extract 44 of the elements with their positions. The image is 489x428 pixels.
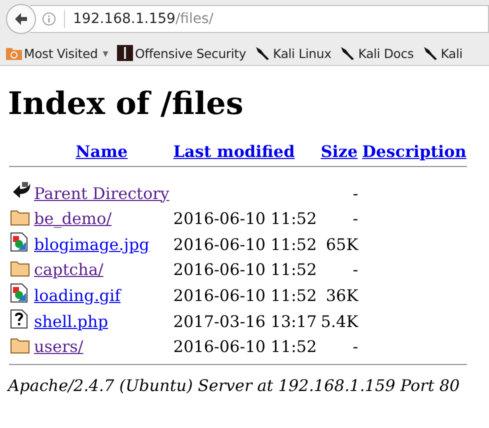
address-field[interactable]: 192.168.1.159/files/: [30, 5, 489, 33]
bookmark-item[interactable]: Kali Linux: [255, 45, 332, 61]
file-size: -: [352, 184, 358, 202]
url-text: 192.168.1.159/files/: [73, 11, 214, 27]
file-size: 5.4K: [320, 312, 358, 330]
file-link[interactable]: users/: [34, 337, 84, 356]
file-link[interactable]: shell.php: [34, 312, 108, 330]
page-heading: Index of /files: [8, 86, 244, 122]
file-link[interactable]: be_demo/: [34, 209, 112, 228]
column-sort-link[interactable]: Description: [362, 142, 466, 161]
column-sort-link[interactable]: Last modified: [173, 142, 295, 161]
image-file-icon: [10, 232, 28, 252]
bookmark-folder-icon: [6, 46, 22, 60]
dark-logo-icon: [117, 45, 134, 61]
server-signature: Apache/2.4.7 (Ubuntu) Server at 192.168.1.159 Port 80: [8, 376, 461, 395]
bookmark-item[interactable]: Kali: [422, 45, 463, 61]
file-link[interactable]: blogimage.jpg: [34, 234, 150, 254]
unknown-file-icon: [10, 309, 28, 329]
file-size: 36K: [326, 286, 358, 304]
modified-date: 2016-06-10 11:52: [173, 260, 317, 279]
file-size: 65K: [326, 234, 358, 254]
modified-date: 2016-06-10 11:52: [173, 286, 317, 304]
modified-date: 2016-06-10 11:52: [173, 234, 317, 254]
modified-date: 2017-03-16 13:17: [173, 312, 317, 330]
back-button[interactable]: [6, 4, 36, 34]
image-file-icon: [10, 283, 28, 303]
file-link[interactable]: loading.gif: [34, 286, 121, 304]
modified-date: 2016-06-10 11:52: [173, 337, 317, 356]
bookmark-item[interactable]: Most Visited ▾: [6, 46, 108, 60]
bookmark-item[interactable]: Offensive Security: [117, 45, 246, 61]
back-arrow-icon: [13, 11, 29, 27]
file-size: -: [352, 209, 358, 228]
folder-icon: [10, 258, 30, 276]
folder-icon: [10, 208, 30, 226]
modified-date: 2016-06-10 11:52: [173, 209, 317, 228]
bookmark-item[interactable]: Kali Docs: [340, 45, 414, 61]
folder-icon: [10, 336, 30, 354]
info-icon: [42, 12, 56, 26]
file-size: -: [352, 260, 358, 279]
file-size: -: [352, 337, 358, 356]
file-link[interactable]: Parent Directory: [34, 184, 170, 202]
column-sort-link[interactable]: Size: [320, 142, 358, 161]
column-sort-link[interactable]: Name: [76, 142, 128, 161]
file-link[interactable]: captcha/: [34, 260, 104, 279]
